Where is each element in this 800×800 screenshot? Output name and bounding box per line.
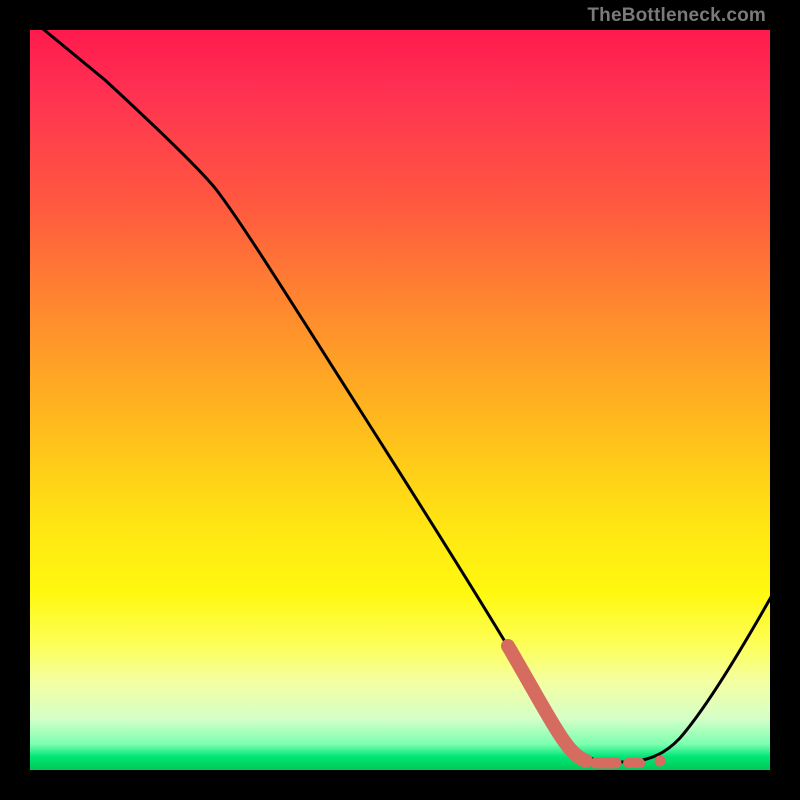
bottleneck-curve-path	[30, 30, 770, 762]
plot-area	[30, 30, 770, 770]
chart-svg	[30, 30, 770, 770]
emphasis-range-descent	[508, 646, 586, 761]
emphasis-range-dot	[655, 756, 666, 767]
branding-watermark: TheBottleneck.com	[587, 6, 766, 25]
chart-frame: TheBottleneck.com	[0, 0, 800, 800]
